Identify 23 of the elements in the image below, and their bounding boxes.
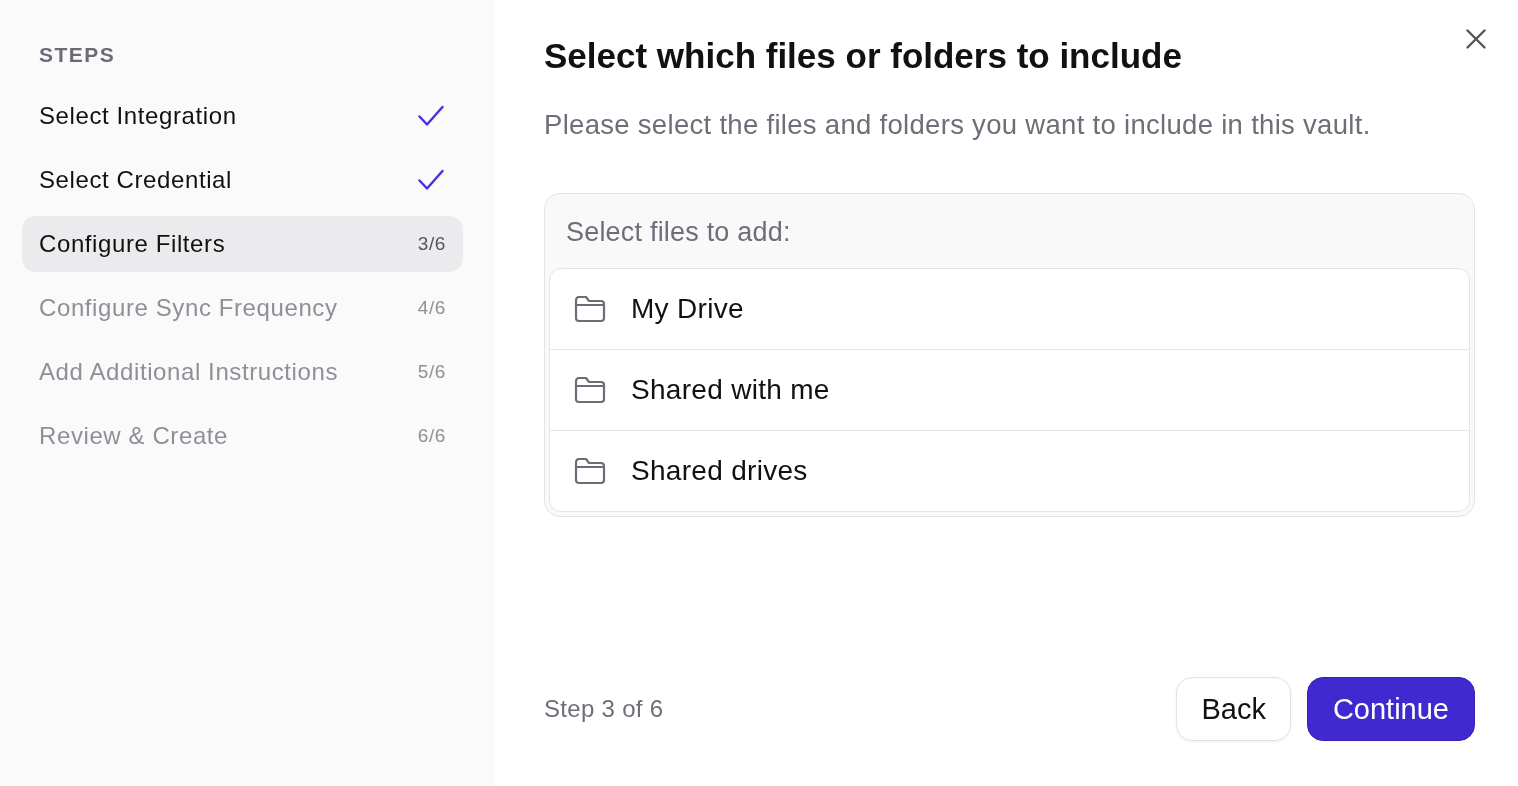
close-icon [1466, 29, 1486, 49]
dialog-title: Select which files or folders to include [544, 36, 1183, 76]
close-button[interactable] [1464, 27, 1488, 51]
sidebar-heading: STEPS [38, 43, 117, 67]
folder-icon [574, 376, 606, 404]
folder-icon [574, 295, 606, 323]
folder-row[interactable]: Shared with me [550, 349, 1469, 430]
checkmark-icon [418, 169, 444, 191]
checkmark-icon [418, 105, 444, 127]
folder-name: My Drive [631, 293, 744, 325]
folder-row[interactable]: My Drive [550, 269, 1469, 349]
step-item[interactable]: Select Integration [22, 88, 463, 144]
folder-name: Shared with me [631, 374, 830, 406]
picker-label: Select files to add: [565, 216, 792, 249]
step-item[interactable]: Select Credential [22, 152, 463, 208]
folder-icon [574, 457, 606, 485]
folder-row[interactable]: Shared drives [550, 430, 1469, 511]
folder-name: Shared drives [631, 455, 808, 487]
continue-button[interactable]: Continue [1306, 677, 1475, 741]
step-progress-text: Step 3 of 6 [544, 695, 664, 723]
dialog-subtitle: Please select the files and folders you want to include in this vault. [544, 109, 1372, 141]
back-button[interactable]: Back [1176, 677, 1291, 741]
step-item[interactable]: Configure Filters 3/6 [22, 216, 463, 272]
